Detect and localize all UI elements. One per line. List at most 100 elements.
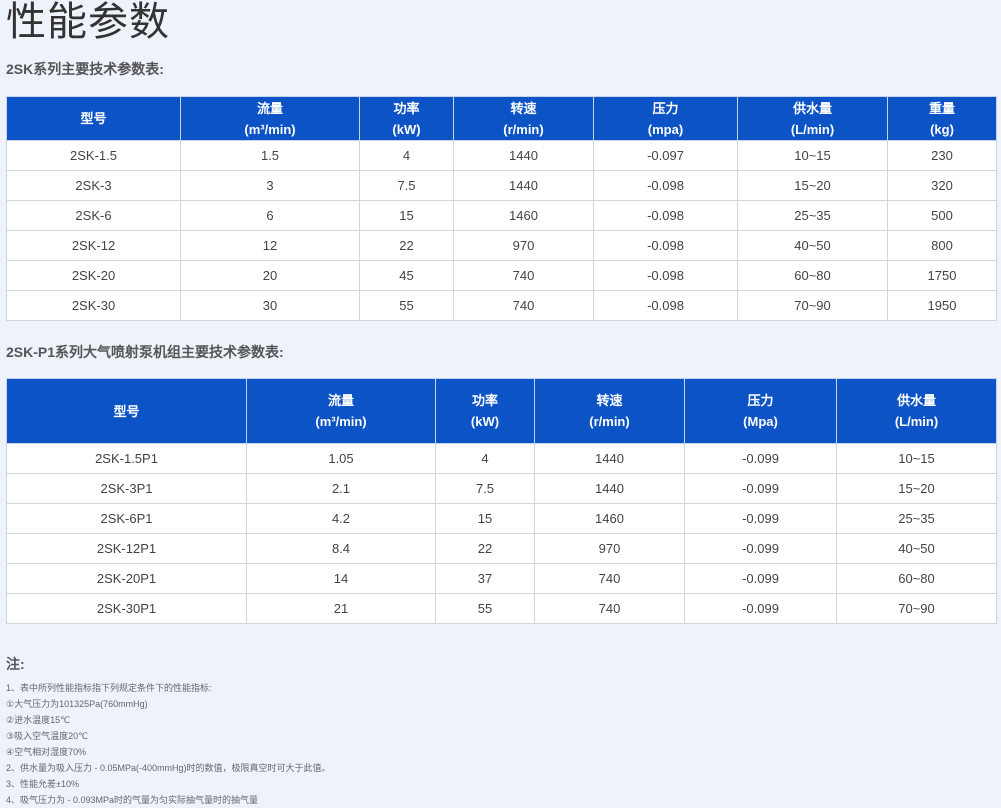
table-row: 2SK-30P1 21 55 740 -0.099 70~90 (6, 593, 997, 624)
table-cell: -0.098 (593, 260, 738, 291)
table-cell: 10~15 (737, 140, 888, 171)
table-cell: -0.099 (684, 503, 837, 534)
column-header-name: 压力 (747, 393, 774, 408)
table-cell: 21 (246, 593, 436, 624)
table-row: 2SK-6 6 15 1460 -0.098 25~35 500 (6, 200, 997, 231)
table1-heading: 2SK系列主要技术参数表: (6, 61, 164, 77)
table-cell: 30 (180, 290, 360, 321)
table-cell: 45 (359, 260, 454, 291)
table-cell: 12 (180, 230, 360, 261)
table-cell: 2SK-1.5P1 (6, 443, 247, 474)
table-cell: 800 (887, 230, 997, 261)
table-cell: 14 (246, 563, 436, 594)
table-cell: 60~80 (737, 260, 888, 291)
table-cell: -0.099 (684, 563, 837, 594)
column-header: 流量 (m³/min) (246, 378, 436, 444)
column-header-unit: (m³/min) (244, 121, 296, 137)
table-cell: 2SK-20 (6, 260, 181, 291)
column-header: 供水量 (L/min) (737, 96, 888, 141)
table-cell: 7.5 (435, 473, 535, 504)
table-cell: 15~20 (836, 473, 997, 504)
table-cell: 4 (435, 443, 535, 474)
table-cell: 1440 (453, 170, 594, 201)
table-cell: -0.099 (684, 593, 837, 624)
column-header-name: 型号 (80, 111, 107, 126)
table-cell: 740 (453, 290, 594, 321)
table-cell: -0.098 (593, 170, 738, 201)
column-header-name: 流量 (256, 100, 283, 116)
notes-title: 注: (6, 656, 25, 672)
table-cell: 500 (887, 200, 997, 231)
column-header: 转速 (r/min) (453, 96, 594, 141)
column-header-name: 压力 (652, 100, 679, 116)
column-header-unit: (mpa) (647, 121, 684, 137)
note-line: 1、表中所列性能指标指下列规定条件下的性能指标: (6, 683, 212, 693)
table-cell: 22 (359, 230, 454, 261)
table-row: 2SK-6P1 4.2 15 1460 -0.099 25~35 (6, 503, 997, 534)
table-header-row: 型号 流量 (m³/min) 功率 (kW) 转速 (r/min) 压力 (Mpa) 供水量 (L/… (6, 378, 997, 444)
column-header: 功率 (kW) (359, 96, 454, 141)
table-cell: 25~35 (737, 200, 888, 231)
column-header-unit: (L/min) (894, 414, 939, 429)
notes-section: 注: 1、表中所列性能指标指下列规定条件下的性能指标: ①大气压力为101325P… (6, 654, 986, 808)
spec-table-2sk-p1: 型号 流量 (m³/min) 功率 (kW) 转速 (r/min) 压力 (Mpa) 供水量 (L/… (6, 378, 997, 624)
note-line: ②进水温度15℃ (6, 715, 71, 725)
table-cell: 4 (359, 140, 454, 171)
table-cell: 2SK-30 (6, 290, 181, 321)
table-cell: 1.5 (180, 140, 360, 171)
table-header-row: 型号 流量 (m³/min) 功率 (kW) 转速 (r/min) 压力 (mpa) 供水量 (L/… (6, 96, 997, 141)
table-cell: 2SK-3P1 (6, 473, 247, 504)
table-cell: 4.2 (246, 503, 436, 534)
note-line: ③吸入空气温度20℃ (6, 731, 89, 741)
table-cell: 740 (534, 593, 685, 624)
table-cell: -0.098 (593, 290, 738, 321)
table-row: 2SK-20 20 45 740 -0.098 60~80 1750 (6, 260, 997, 291)
table-cell: 2SK-12P1 (6, 533, 247, 564)
table-cell: 15 (435, 503, 535, 534)
column-header-name: 流量 (327, 393, 354, 408)
table2-heading: 2SK-P1系列大气喷射泵机组主要技术参数表: (6, 344, 284, 360)
column-header-unit: (r/min) (503, 121, 544, 137)
column-header-name: 型号 (113, 403, 140, 419)
table-cell: 25~35 (836, 503, 997, 534)
table-cell: 60~80 (836, 563, 997, 594)
table-cell: 1750 (887, 260, 997, 291)
column-header-unit: (m³/min) (315, 414, 367, 429)
table-cell: 7.5 (359, 170, 454, 201)
column-header: 流量 (m³/min) (180, 96, 360, 141)
table-cell: 1440 (453, 140, 594, 171)
table-cell: 10~15 (836, 443, 997, 474)
table-cell: 2SK-6P1 (6, 503, 247, 534)
column-header-name: 转速 (596, 393, 623, 408)
table-cell: 2SK-1.5 (6, 140, 181, 171)
table-cell: 2SK-3 (6, 170, 181, 201)
table-cell: 320 (887, 170, 997, 201)
table-cell: 2.1 (246, 473, 436, 504)
table-cell: 2SK-20P1 (6, 563, 247, 594)
table-row: 2SK-1.5 1.5 4 1440 -0.097 10~15 230 (6, 140, 997, 171)
table-cell: 40~50 (836, 533, 997, 564)
table-cell: 37 (435, 563, 535, 594)
table-cell: 55 (359, 290, 454, 321)
table-row: 2SK-12P1 8.4 22 970 -0.099 40~50 (6, 533, 997, 564)
table-cell: 3 (180, 170, 360, 201)
note-line: 2、供水量为吸入压力 - 0.05MPa(-400mmHg)时的数值，极限真空时… (6, 763, 331, 773)
table-cell: -0.099 (684, 533, 837, 564)
column-header-unit: (r/min) (589, 414, 630, 429)
column-header-unit: (kg) (930, 121, 954, 137)
note-line: ①大气压力为101325Pa(760mmHg) (6, 699, 148, 709)
table-cell: 230 (887, 140, 997, 171)
table-cell: 740 (534, 563, 685, 594)
table-row: 2SK-30 30 55 740 -0.098 70~90 1950 (6, 290, 997, 321)
column-header-unit: (Mpa) (743, 414, 778, 429)
column-header: 压力 (mpa) (593, 96, 738, 141)
table-cell: 40~50 (737, 230, 888, 261)
table-row: 2SK-3P1 2.1 7.5 1440 -0.099 15~20 (6, 473, 997, 504)
table-cell: 22 (435, 533, 535, 564)
column-header-name: 功率 (471, 393, 498, 408)
column-header-name: 供水量 (792, 100, 832, 116)
table-cell: 70~90 (836, 593, 997, 624)
column-header-name: 转速 (510, 100, 537, 116)
note-line: 3、性能允差±10% (6, 779, 79, 789)
table-cell: 1.05 (246, 443, 436, 474)
